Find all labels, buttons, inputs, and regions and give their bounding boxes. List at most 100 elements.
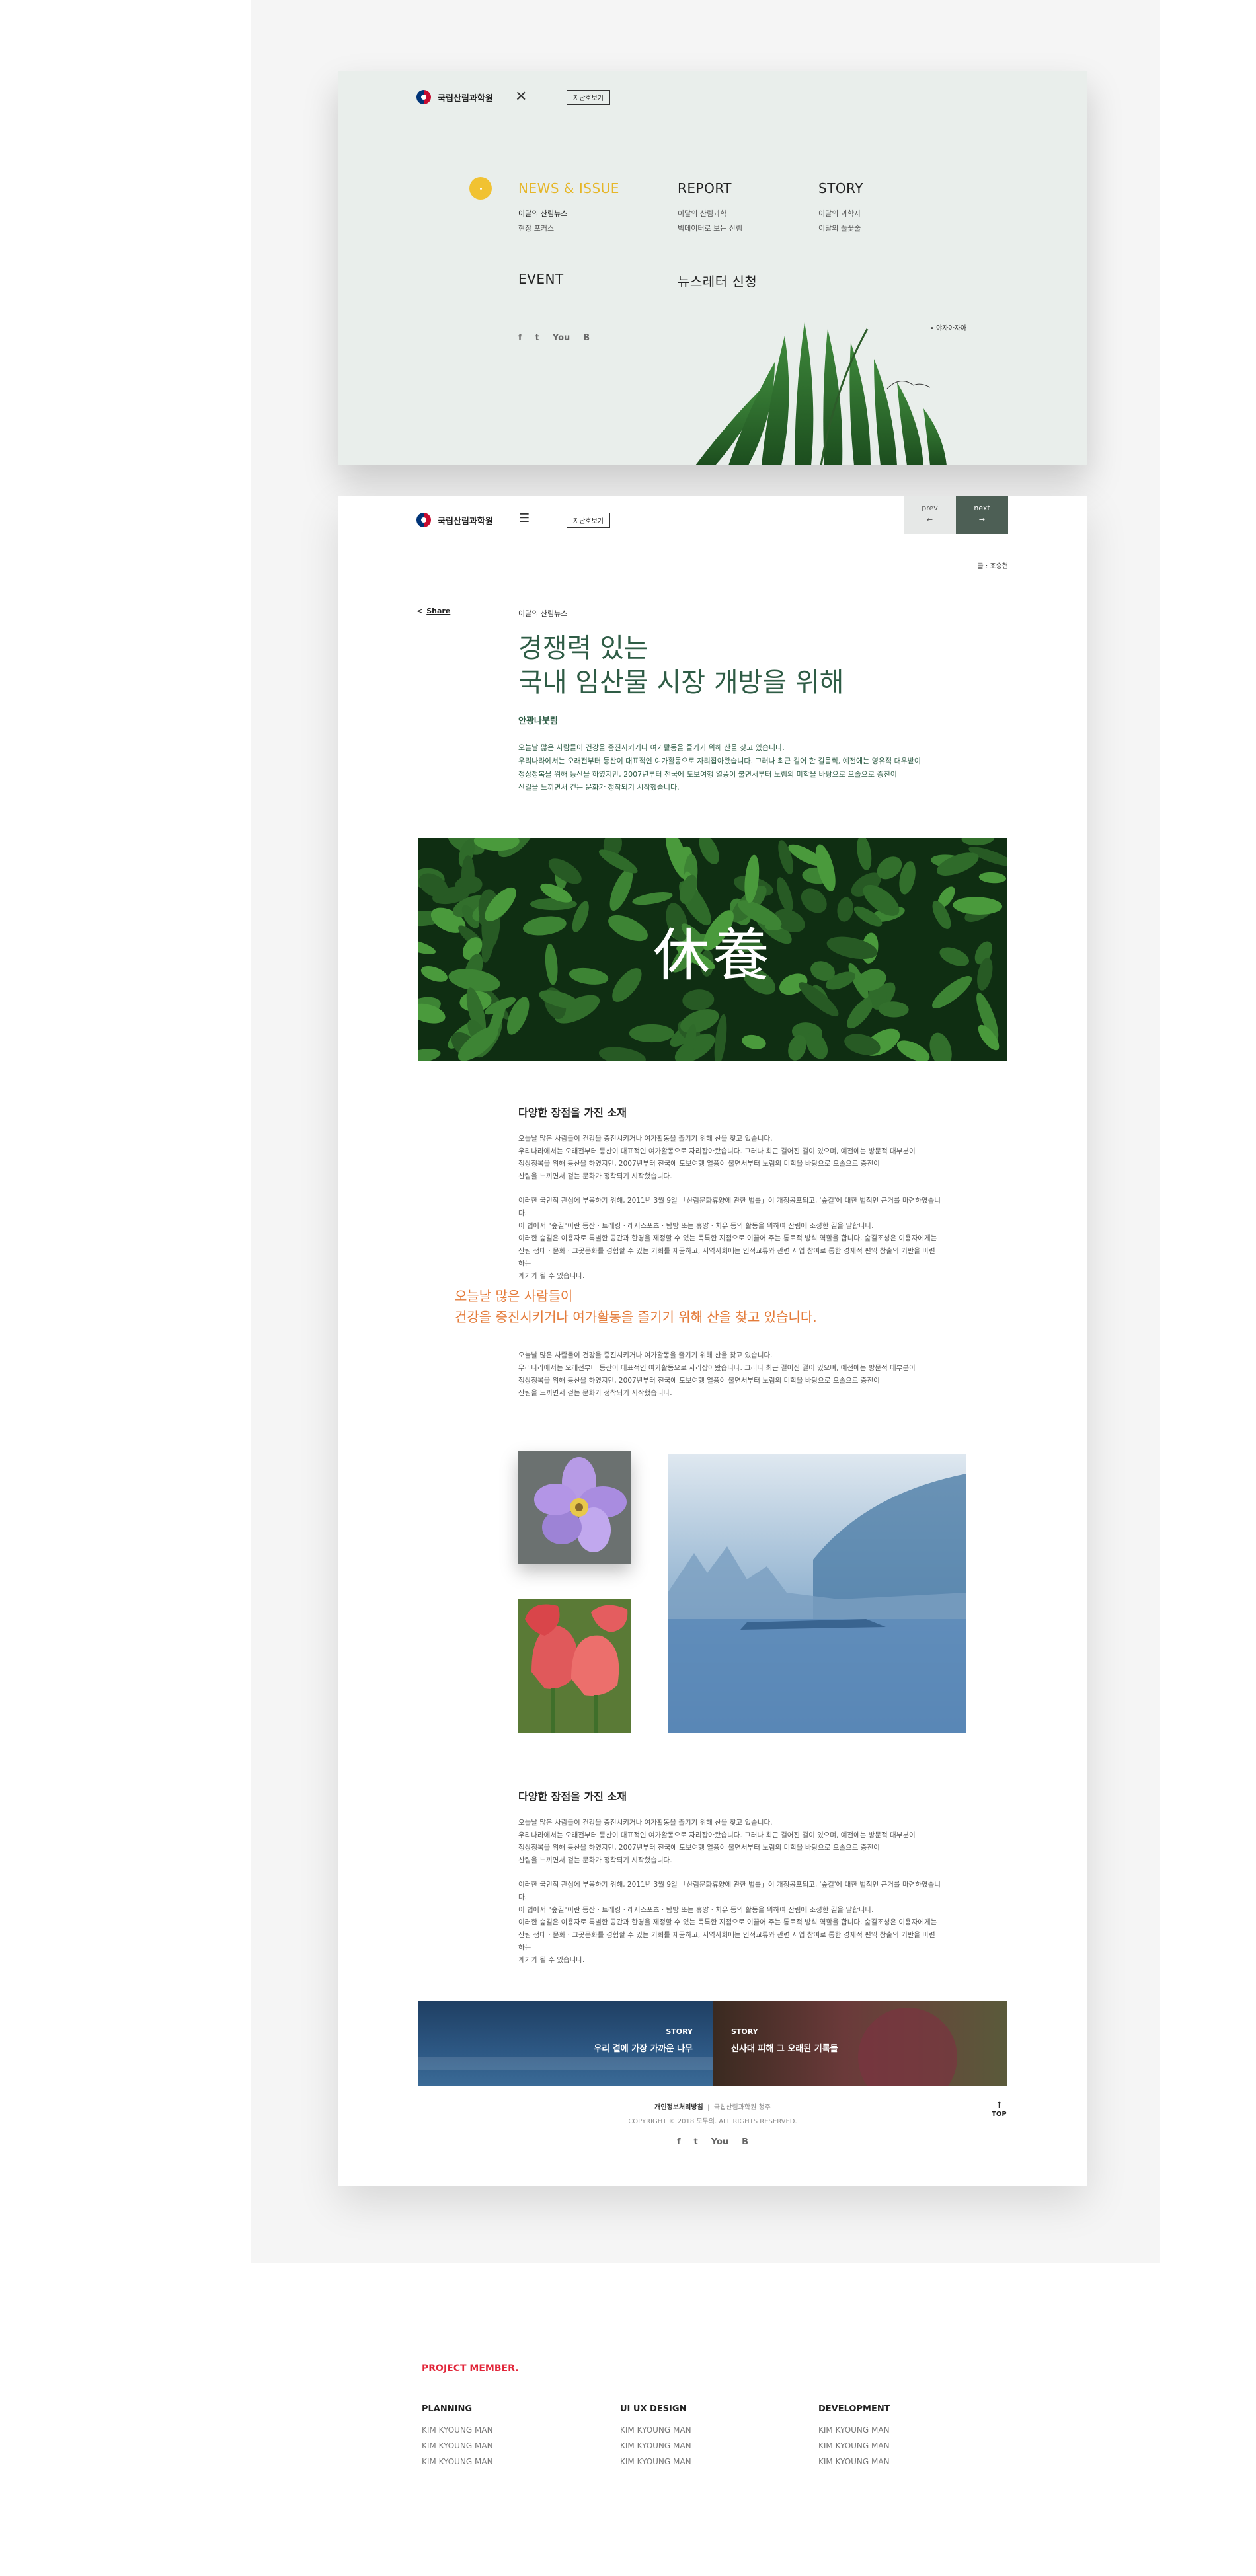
hero-image: 休養 [418,838,1007,1061]
member-column-uiux: UI UX DESIGN KIM KYOUNG MAN KIM KYOUNG M… [620,2404,691,2470]
story-card-reflection [418,2057,713,2070]
body-line: 오늘날 많은 사람들이 건강을 증진시키거나 여가활동을 즐기기 위해 산을 찾… [518,1819,773,1827]
palm-leaf-illustration [695,322,947,465]
section1-title: 다양한 장점을 가진 소재 [518,1106,627,1119]
member-name: KIM KYOUNG MAN [620,2425,691,2435]
section1-para2: 이러한 국민적 관심에 부응하기 위해, 2011년 3월 9일 「산림문화휴양… [518,1195,941,1283]
arrow-up-icon: ↑ [995,2100,1003,2111]
hero-text-wrap: 休養 [418,838,1007,1061]
menu-title-newsletter[interactable]: 뉴스레터 신청 [678,271,757,290]
share-icon: < [416,607,423,615]
body-line: 산림을 느끼면서 걷는 문화가 정착되기 시작했습니다. [518,1172,672,1180]
member-name: KIM KYOUNG MAN [818,2441,890,2450]
member-column-head: DEVELOPMENT [818,2404,890,2414]
lead-line: 산길을 느끼면서 걷는 문화가 정착되기 시작했습니다. [518,783,680,792]
menu-title-news[interactable]: NEWS & ISSUE [518,180,619,196]
facebook-icon[interactable]: f [677,2137,681,2147]
project-member-title: PROJECT MEMBER. [422,2363,519,2374]
menu-item-monthly-science[interactable]: 이달의 산림과학 [678,207,742,221]
member-column-development: DEVELOPMENT KIM KYOUNG MAN KIM KYOUNG MA… [818,2404,890,2470]
menu-overlay: 국립산림과학원 ✕ 지난호보기 NEWS & ISSUE 이달의 산림뉴스 현장… [338,71,1087,465]
youtube-icon[interactable]: You [711,2137,728,2147]
logo-mark-icon [416,513,431,527]
body-line: 정상정복을 위해 등산을 하였지만, 2007년부터 전국에 도보여행 열풍이 … [518,1844,880,1852]
menu-title-event[interactable]: EVENT [518,271,564,287]
body-line: 이러한 국민적 관심에 부응하기 위해, 2011년 3월 9일 「산림문화휴양… [518,1197,941,1217]
body-line: 오늘날 많은 사람들이 건강을 증진시키거나 여가활동을 즐기기 위해 산을 찾… [518,1351,773,1359]
top-button[interactable]: ↑ TOP [992,2100,1007,2118]
menu-item-bigdata[interactable]: 빅데이터로 보는 산림 [678,221,742,236]
body-line: 산림 생태 · 문화 · 그곳문화를 경험할 수 있는 기회를 제공하고, 지역… [518,1247,935,1268]
menu-item-flower[interactable]: 이달의 풀꽃술 [818,221,863,236]
prev-button[interactable]: prev ← [904,496,956,534]
menu-kids-button[interactable]: 지난호보기 [567,90,610,105]
headline-line-2: 국내 임산물 시장 개방을 위해 [518,667,844,698]
active-indicator-dot [469,177,492,200]
article-site-logo[interactable]: 국립산림과학원 [416,513,493,527]
hero-title: 休養 [653,922,772,989]
next-button[interactable]: next → [956,496,1008,534]
story-card-2[interactable]: STORY 신사대 피해 그 오래된 기록들 [713,2001,1007,2086]
menu-title-story[interactable]: STORY [818,180,863,196]
body-line: 오늘날 많은 사람들이 건강을 증진시키거나 여가활동을 즐기기 위해 산을 찾… [518,1135,773,1143]
youtube-icon[interactable]: You [553,333,570,343]
flower-image-tulips [518,1599,631,1733]
body-line: 계기가 될 수 있습니다. [518,1956,585,1964]
member-name: KIM KYOUNG MAN [422,2425,493,2435]
prev-label: prev [922,504,938,512]
lead-line: 정상정복을 위해 등산을 하였지만, 2007년부터 전국에 도보여행 열풍이 … [518,770,897,778]
top-label: TOP [992,2111,1007,2118]
blog-icon[interactable]: B [583,333,590,343]
close-icon[interactable]: ✕ [515,89,527,105]
article-footer: 개인정보처리방침 | 국립산림과학원 청주 COPYRIGHT © 2018 모… [418,2102,1007,2147]
section2-para1: 오늘날 많은 사람들이 건강을 증진시키거나 여가활동을 즐기기 위해 산을 찾… [518,1817,941,1867]
footer-address: 국립산림과학원 청주 [713,2104,771,2111]
member-name: KIM KYOUNG MAN [422,2441,493,2450]
member-name: KIM KYOUNG MAN [620,2457,691,2466]
body-line: 산림을 느끼면서 걷는 문화가 정착되기 시작했습니다. [518,1389,672,1397]
body-line: 이러한 숲길은 이용자로 특별한 공간과 한경을 제정할 수 있는 독특한 지점… [518,1918,937,1926]
share-label: Share [426,607,451,615]
body-line: 이 법에서 "숲길"이란 등산 · 트레킹 · 레저스포츠 · 탐방 또는 휴양… [518,1906,874,1914]
body-line: 우리나라에서는 오래전부터 등산이 대표적인 여가활동으로 자리잡아왔습니다. … [518,1831,916,1839]
twitter-icon[interactable]: t [694,2137,698,2147]
twitter-icon[interactable]: t [535,333,539,343]
para-after-quote: 오늘날 많은 사람들이 건강을 증진시키거나 여가활동을 즐기기 위해 산을 찾… [518,1349,941,1400]
article-kids-button[interactable]: 지난호보기 [567,513,610,528]
quote-line-1: 오늘날 많은 사람들이 [455,1288,573,1304]
privacy-link[interactable]: 개인정보처리방침 [654,2104,703,2111]
site-logo[interactable]: 국립산림과학원 [416,90,493,104]
menu-item-scientist[interactable]: 이달의 과학자 [818,207,863,221]
menu-title-report[interactable]: REPORT [678,180,742,196]
member-name: KIM KYOUNG MAN [818,2425,890,2435]
quote-line-2: 건강을 증진시키거나 여가활동을 즐기기 위해 산을 찾고 있습니다. [455,1309,817,1325]
menu-item-monthly-news[interactable]: 이달의 산림뉴스 [518,207,619,221]
body-line: 정상정복을 위해 등산을 하였지만, 2007년부터 전국에 도보여행 열풍이 … [518,1377,880,1384]
misty-lake-image [668,1454,966,1733]
body-line: 정상정복을 위해 등산을 하였지만, 2007년부터 전국에 도보여행 열풍이 … [518,1160,880,1168]
body-line: 이러한 숲길은 이용자로 특별한 공간과 한경을 제정할 수 있는 독특한 지점… [518,1234,937,1242]
story-card-2-text: STORY 신사대 피해 그 오래된 기록들 [731,2027,838,2054]
menu-item-field-focus[interactable]: 현장 포커스 [518,221,619,236]
body-line: 우리나라에서는 오래전부터 등산이 대표적인 여가활동으로 자리잡아왔습니다. … [518,1147,916,1155]
next-label: next [974,504,990,512]
story-label: STORY [666,2027,693,2036]
story-card-1[interactable]: STORY 우리 곁에 가장 가까운 나무 [418,2001,713,2086]
body-line: 산림을 느끼면서 걷는 문화가 정착되기 시작했습니다. [518,1856,672,1864]
flower-image-anemone [518,1451,631,1564]
footer-sns-links: f t You B [418,2137,1007,2147]
pull-quote: 오늘날 많은 사람들이 건강을 증진시키거나 여가활동을 즐기기 위해 산을 찾… [455,1285,817,1328]
article-lead: 오늘날 많은 사람들이 건강을 증진시키거나 여가활동을 즐기기 위해 산을 찾… [518,741,941,794]
share-button[interactable]: < Share [416,607,450,615]
body-line: 이 법에서 "숲길"이란 등산 · 트레킹 · 레저스포츠 · 탐방 또는 휴양… [518,1222,874,1230]
blog-icon[interactable]: B [742,2137,748,2147]
facebook-icon[interactable]: f [518,333,522,343]
lead-line: 우리나라에서는 오래전부터 등산이 대표적인 여가활동으로 자리잡아왔습니다. … [518,757,922,765]
member-name: KIM KYOUNG MAN [818,2457,890,2466]
menu-section-story: STORY 이달의 과학자 이달의 풀꽃술 [818,180,863,236]
story-title: 신사대 피해 그 오래된 기록들 [731,2044,838,2054]
section1-para1: 오늘날 많은 사람들이 건강을 증진시키거나 여가활동을 즐기기 위해 산을 찾… [518,1133,941,1183]
next-arrow-icon: → [978,515,986,524]
member-column-planning: PLANNING KIM KYOUNG MAN KIM KYOUNG MAN K… [422,2404,493,2470]
hamburger-icon[interactable]: ☰ [519,511,530,525]
